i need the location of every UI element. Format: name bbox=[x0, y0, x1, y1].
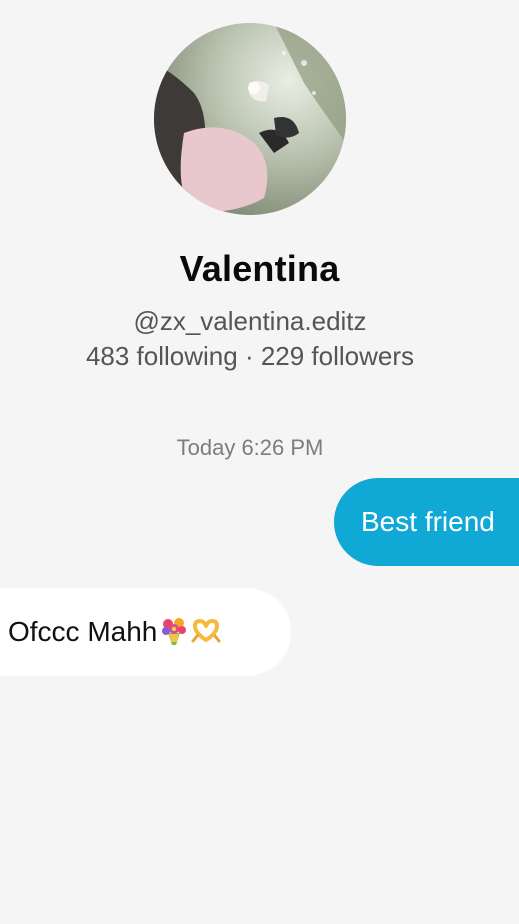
message-text: Best friend bbox=[361, 506, 495, 537]
bouquet-emoji-icon bbox=[159, 616, 189, 646]
message-timestamp: Today 6:26 PM bbox=[176, 435, 324, 460]
profile-display-name: Valentina bbox=[179, 248, 340, 289]
profile-avatar[interactable] bbox=[154, 23, 346, 215]
message-text: Ofccc Mahh bbox=[8, 616, 158, 647]
chat-screen: Valentina @zx_valentina.editz 483 follow… bbox=[0, 0, 519, 924]
profile-photo-icon bbox=[154, 23, 346, 215]
profile-stats: 483 following · 229 followers bbox=[85, 341, 415, 371]
outgoing-message-bubble[interactable]: Best friend bbox=[334, 478, 519, 566]
profile-username: @zx_valentina.editz bbox=[133, 306, 367, 336]
incoming-message-bubble[interactable]: Ofccc Mahh bbox=[0, 588, 291, 676]
heart-hands-emoji-icon bbox=[191, 616, 221, 646]
